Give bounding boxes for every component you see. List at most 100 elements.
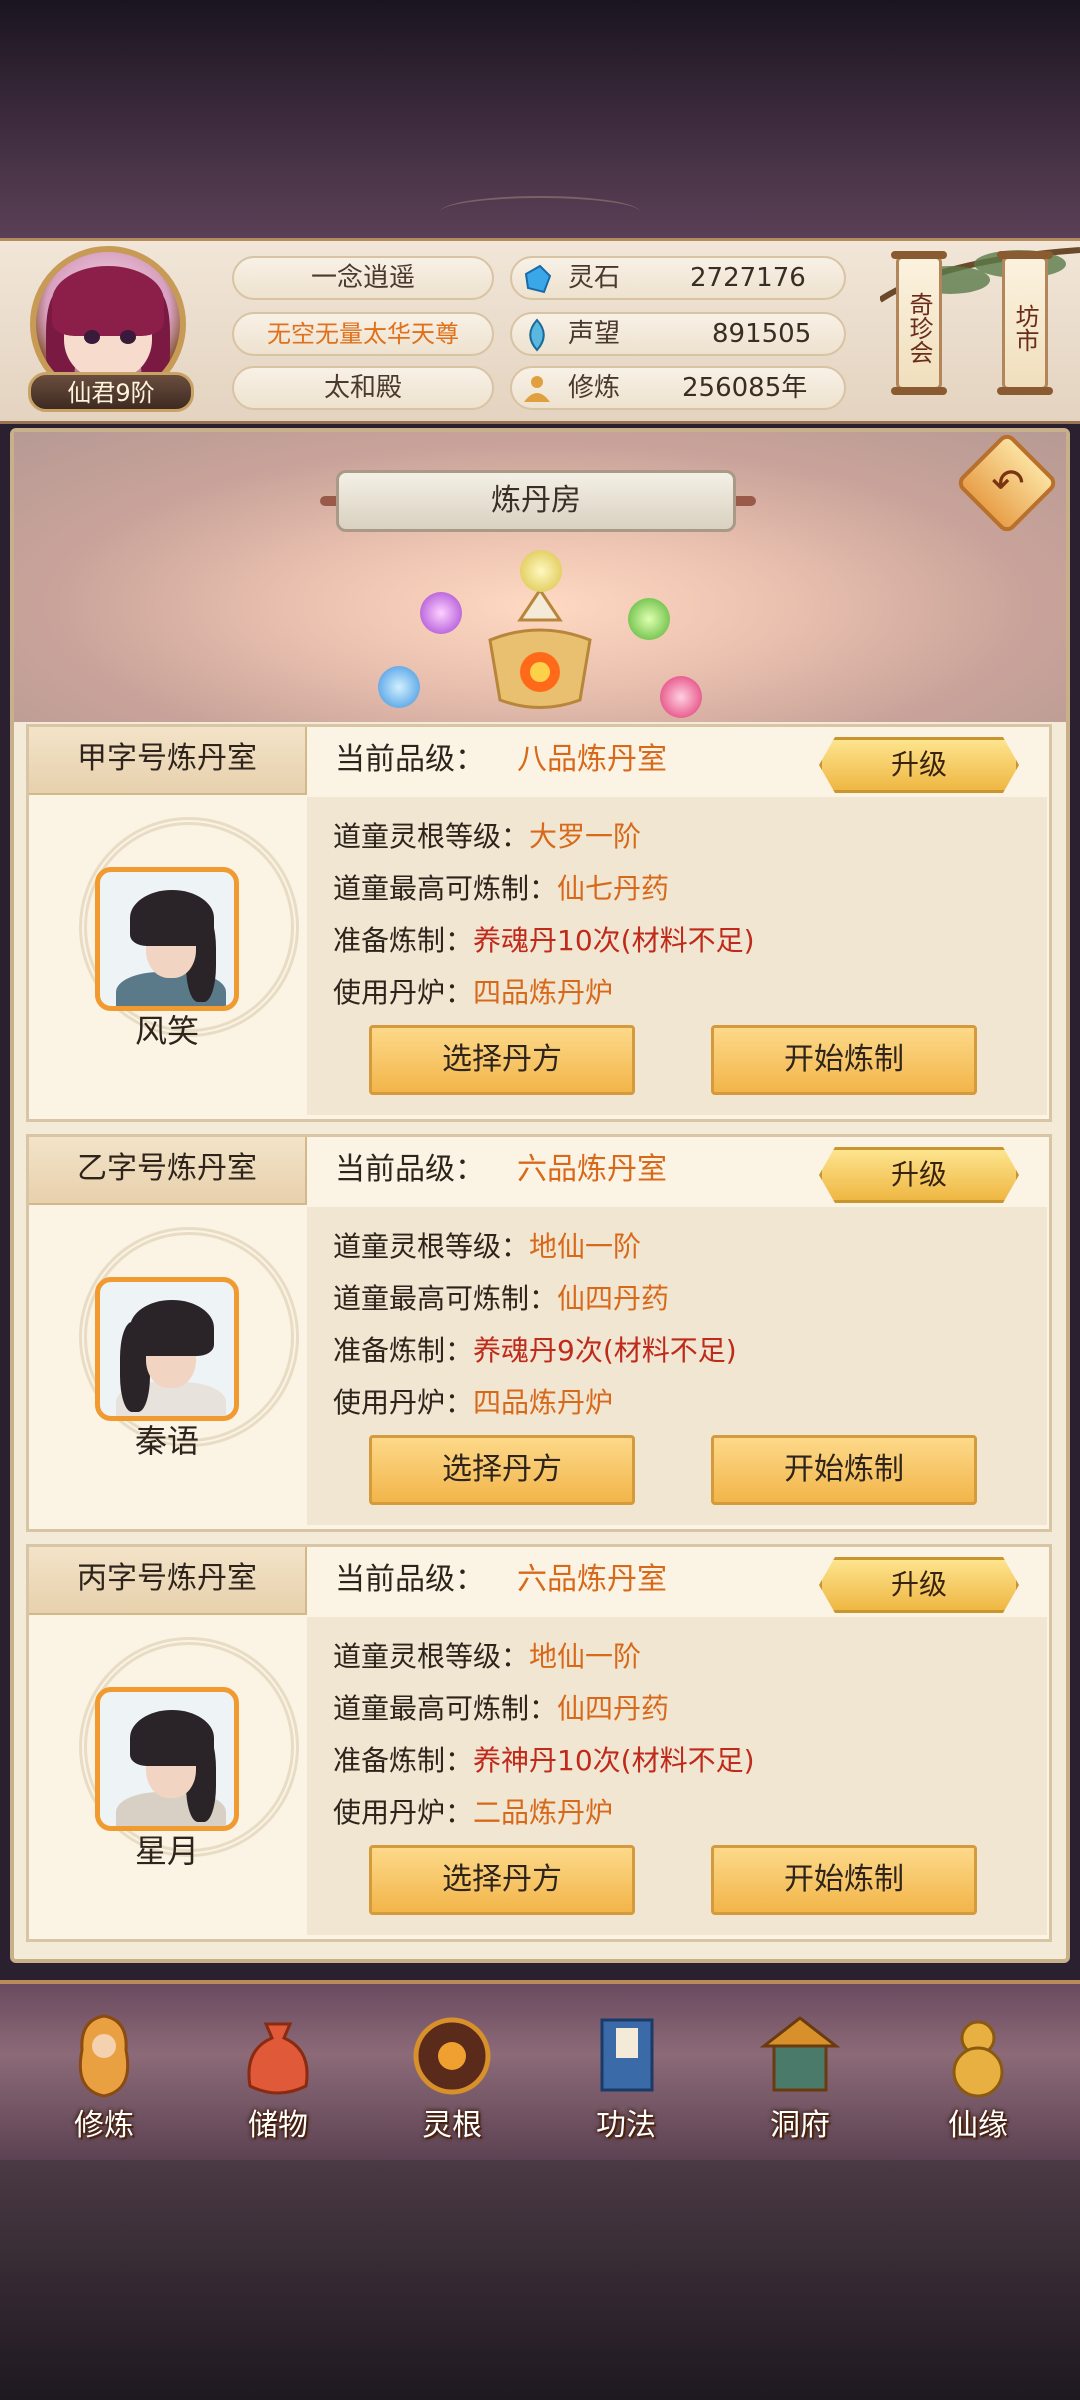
portrait-hair: [130, 1300, 214, 1356]
nav-item-cave-mansion[interactable]: 洞府: [740, 2000, 860, 2150]
root-level-label: 道童灵根等级：: [333, 820, 530, 853]
resource-cultivation: 修炼 256085年: [510, 366, 846, 410]
upgrade-button[interactable]: 升级: [819, 1557, 1019, 1613]
cultivation-icon: [524, 376, 550, 402]
max-refine-label: 道童最高可炼制：: [333, 1692, 558, 1725]
nav-item-storage[interactable]: 储物: [218, 2000, 338, 2150]
upgrade-button[interactable]: 升级: [819, 737, 1019, 793]
cauldron-icon: [488, 587, 592, 709]
room-name: 丙字号炼丹室: [29, 1547, 307, 1615]
resource-value: 891505: [712, 319, 812, 349]
max-refine-line: 道童最高可炼制：仙四丹药: [333, 1275, 669, 1323]
furnace-label: 使用丹炉：: [333, 1796, 474, 1829]
nav-label: 功法: [596, 2108, 656, 2143]
header-ornament: [440, 196, 640, 228]
alchemy-room-card: 丙字号炼丹室 当前品级： 六品炼丹室 升级 星月 道童灵根等级：地仙一阶 道童最…: [26, 1544, 1052, 1942]
player-name: 一念逍遥: [232, 256, 494, 300]
root-level-value: 地仙一阶: [529, 1640, 642, 1673]
resource-label: 修炼: [568, 373, 621, 403]
start-refine-button[interactable]: 开始炼制: [711, 1025, 977, 1095]
preparing-label: 准备炼制：: [333, 1744, 474, 1777]
alchemy-room-card: 甲字号炼丹室 当前品级： 八品炼丹室 升级 风笑 道童灵根等级：大罗一阶 道童最…: [26, 724, 1052, 1122]
gourd-icon: [952, 2020, 1004, 2098]
green-orb: [628, 598, 670, 640]
monk-icon: [78, 2014, 130, 2098]
select-recipe-button[interactable]: 选择丹方: [369, 1845, 635, 1915]
blue-orb: [378, 666, 420, 708]
select-recipe-button[interactable]: 选择丹方: [369, 1025, 635, 1095]
bottom-background: [0, 2160, 1080, 2400]
select-recipe-button[interactable]: 选择丹方: [369, 1435, 635, 1505]
back-arrow-icon[interactable]: ↶: [980, 456, 1036, 512]
level-label: 当前品级：: [335, 742, 485, 777]
market-button[interactable]: 坊市: [997, 251, 1053, 395]
nav-label: 灵根: [422, 2108, 482, 2143]
book-icon: [600, 2018, 654, 2092]
attendant-portrait[interactable]: [95, 867, 239, 1011]
avatar-eye: [120, 330, 136, 344]
max-refine-value: 仙四丹药: [557, 1282, 670, 1315]
attendant-name: 风笑: [134, 1012, 199, 1050]
root-level-label: 道童灵根等级：: [333, 1230, 530, 1263]
preparing-label: 准备炼制：: [333, 1334, 474, 1367]
root-level-line: 道童灵根等级：地仙一阶: [333, 1223, 641, 1271]
page-title: 炼丹房: [336, 470, 736, 532]
max-refine-label: 道童最高可炼制：: [333, 872, 558, 905]
furnace-line: 使用丹炉：四品炼丹炉: [333, 1379, 613, 1427]
furnace-value: 二品炼丹炉: [473, 1796, 614, 1829]
furnace-value: 四品炼丹炉: [473, 1386, 614, 1419]
nav-label: 洞府: [770, 2108, 830, 2143]
nav-label: 仙缘: [948, 2108, 1008, 2143]
avatar-hair: [52, 266, 164, 336]
furnace-value: 四品炼丹炉: [473, 976, 614, 1009]
nav-item-techniques[interactable]: 功法: [566, 2000, 686, 2150]
resource-label: 声望: [568, 319, 621, 349]
nav-item-cultivate[interactable]: 修炼: [44, 2000, 164, 2150]
portrait-hair: [130, 1710, 214, 1766]
furnace-label: 使用丹炉：: [333, 976, 474, 1009]
attendant-name: 星月: [134, 1832, 199, 1870]
top-background: [0, 0, 1080, 240]
max-refine-value: 仙四丹药: [557, 1692, 670, 1725]
root-level-line: 道童灵根等级：地仙一阶: [333, 1633, 641, 1681]
preparing-line: 准备炼制：养魂丹9次(材料不足): [333, 1327, 737, 1375]
resource-value: 2727176: [690, 263, 806, 293]
preparing-value: 养神丹10次(材料不足): [473, 1744, 755, 1777]
room-name: 甲字号炼丹室: [29, 727, 307, 795]
upgrade-button[interactable]: 升级: [819, 1147, 1019, 1203]
root-level-label: 道童灵根等级：: [333, 1640, 530, 1673]
root-level-value: 大罗一阶: [529, 820, 642, 853]
spirit-stone-icon: [524, 264, 552, 294]
furnace-label: 使用丹炉：: [333, 1386, 474, 1419]
attendant-portrait[interactable]: [95, 1687, 239, 1831]
root-level-line: 道童灵根等级：大罗一阶: [333, 813, 641, 861]
nav-label: 储物: [248, 2108, 308, 2143]
room-name: 乙字号炼丹室: [29, 1137, 307, 1205]
spirit-root-icon: [413, 2017, 491, 2095]
level-label: 当前品级：: [335, 1562, 485, 1597]
nav-item-spirit-root[interactable]: 灵根: [392, 2000, 512, 2150]
portrait-hair: [130, 890, 214, 946]
player-location: 太和殿: [232, 366, 494, 410]
start-refine-button[interactable]: 开始炼制: [711, 1435, 977, 1505]
preparing-line: 准备炼制：养神丹10次(材料不足): [333, 1737, 755, 1785]
attendant-portrait[interactable]: [95, 1277, 239, 1421]
nav-item-fate[interactable]: 仙缘: [918, 2000, 1038, 2150]
red-orb: [660, 676, 702, 718]
resource-value: 256085年: [682, 373, 808, 403]
start-refine-button[interactable]: 开始炼制: [711, 1845, 977, 1915]
max-refine-value: 仙七丹药: [557, 872, 670, 905]
furnace-line: 使用丹炉：四品炼丹炉: [333, 969, 613, 1017]
bag-icon: [247, 2022, 309, 2095]
preparing-value: 养魂丹9次(材料不足): [473, 1334, 737, 1367]
treasure-fair-button[interactable]: 奇珍会: [891, 251, 947, 395]
attendant-name: 秦语: [134, 1422, 199, 1460]
max-refine-line: 道童最高可炼制：仙七丹药: [333, 865, 669, 913]
preparing-line: 准备炼制：养魂丹10次(材料不足): [333, 917, 755, 965]
palace-icon: [760, 2016, 840, 2092]
avatar-eye: [84, 330, 100, 344]
resource-label: 灵石: [568, 263, 621, 293]
room-level: 六品炼丹室: [517, 1152, 667, 1187]
preparing-value: 养魂丹10次(材料不足): [473, 924, 755, 957]
player-title: 无空无量太华天尊: [232, 312, 494, 356]
